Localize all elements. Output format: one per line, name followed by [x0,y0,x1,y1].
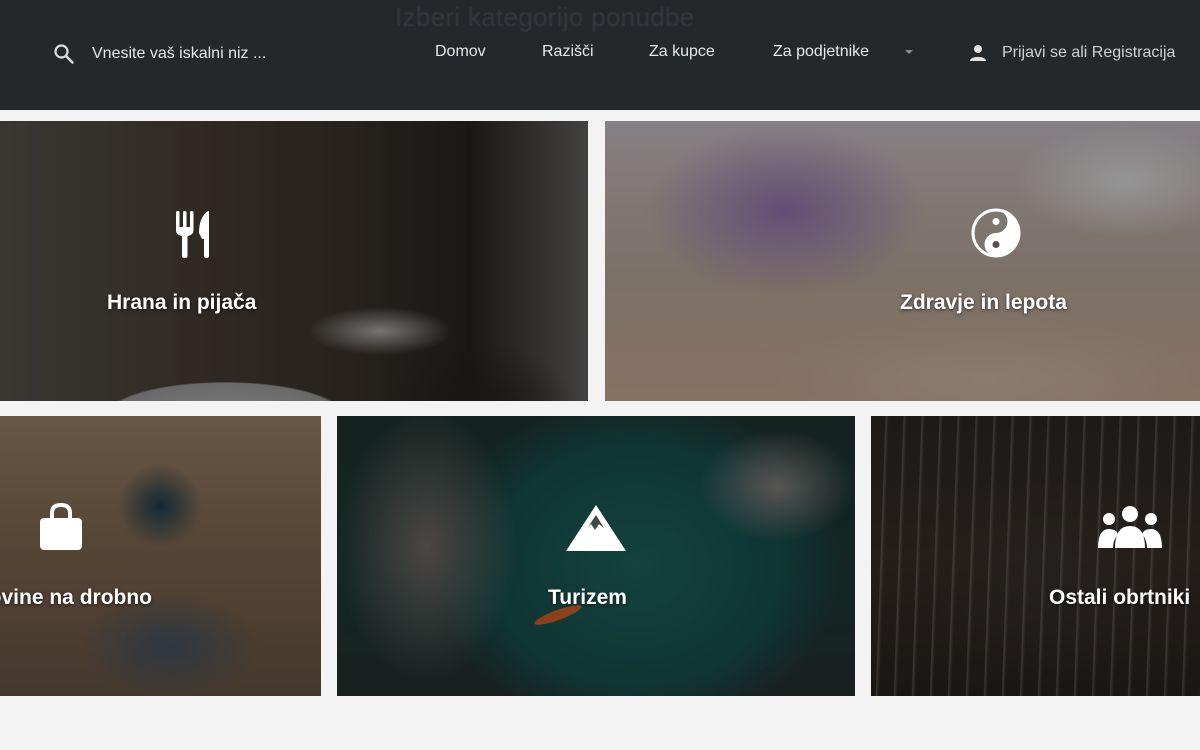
tile-label: Trgovine na drobno [0,586,153,609]
nav-item-razisci[interactable]: Razišči [542,43,594,61]
top-header: Izberi kategorijo ponudbe Domov Razišči … [0,0,1200,110]
tile-label: Ostali obrtniki [1049,586,1191,609]
shopping-bag-icon [40,502,82,550]
fork-knife-icon [176,211,209,258]
tile-overlay [871,416,1200,696]
login-link[interactable]: Prijavi se ali Registracija [968,43,1175,63]
category-tile-health-beauty[interactable]: Zdravje in lepota [605,121,1200,401]
tile-overlay [605,121,1200,401]
tile-label: Turizem [548,586,627,609]
group-icon [1098,506,1162,548]
page-title-ghost: Izberi kategorijo ponudbe [395,2,695,32]
category-tile-tourism[interactable]: Turizem [337,416,855,696]
category-tile-other-crafts[interactable]: Ostali obrtniki [871,416,1200,696]
category-tile-retail[interactable]: Trgovine na drobno [0,416,321,696]
nav-item-za-kupce[interactable]: Za kupce [649,43,715,61]
nav-item-za-podjetnike[interactable]: Za podjetnike [773,43,869,61]
yin-yang-icon [971,208,1021,258]
tile-label: Hrana in pijača [107,291,257,314]
category-tile-food-drink[interactable]: Hrana in pijača [0,121,588,401]
user-icon [970,45,986,61]
tile-overlay [0,121,588,401]
tile-overlay [337,416,855,696]
mountain-icon [566,505,626,551]
chevron-down-icon[interactable] [905,50,913,54]
login-label: Prijavi se ali Registracija [1002,44,1176,61]
nav-item-domov[interactable]: Domov [435,43,486,61]
tile-label: Zdravje in lepota [900,291,1067,314]
tile-overlay [0,416,321,696]
